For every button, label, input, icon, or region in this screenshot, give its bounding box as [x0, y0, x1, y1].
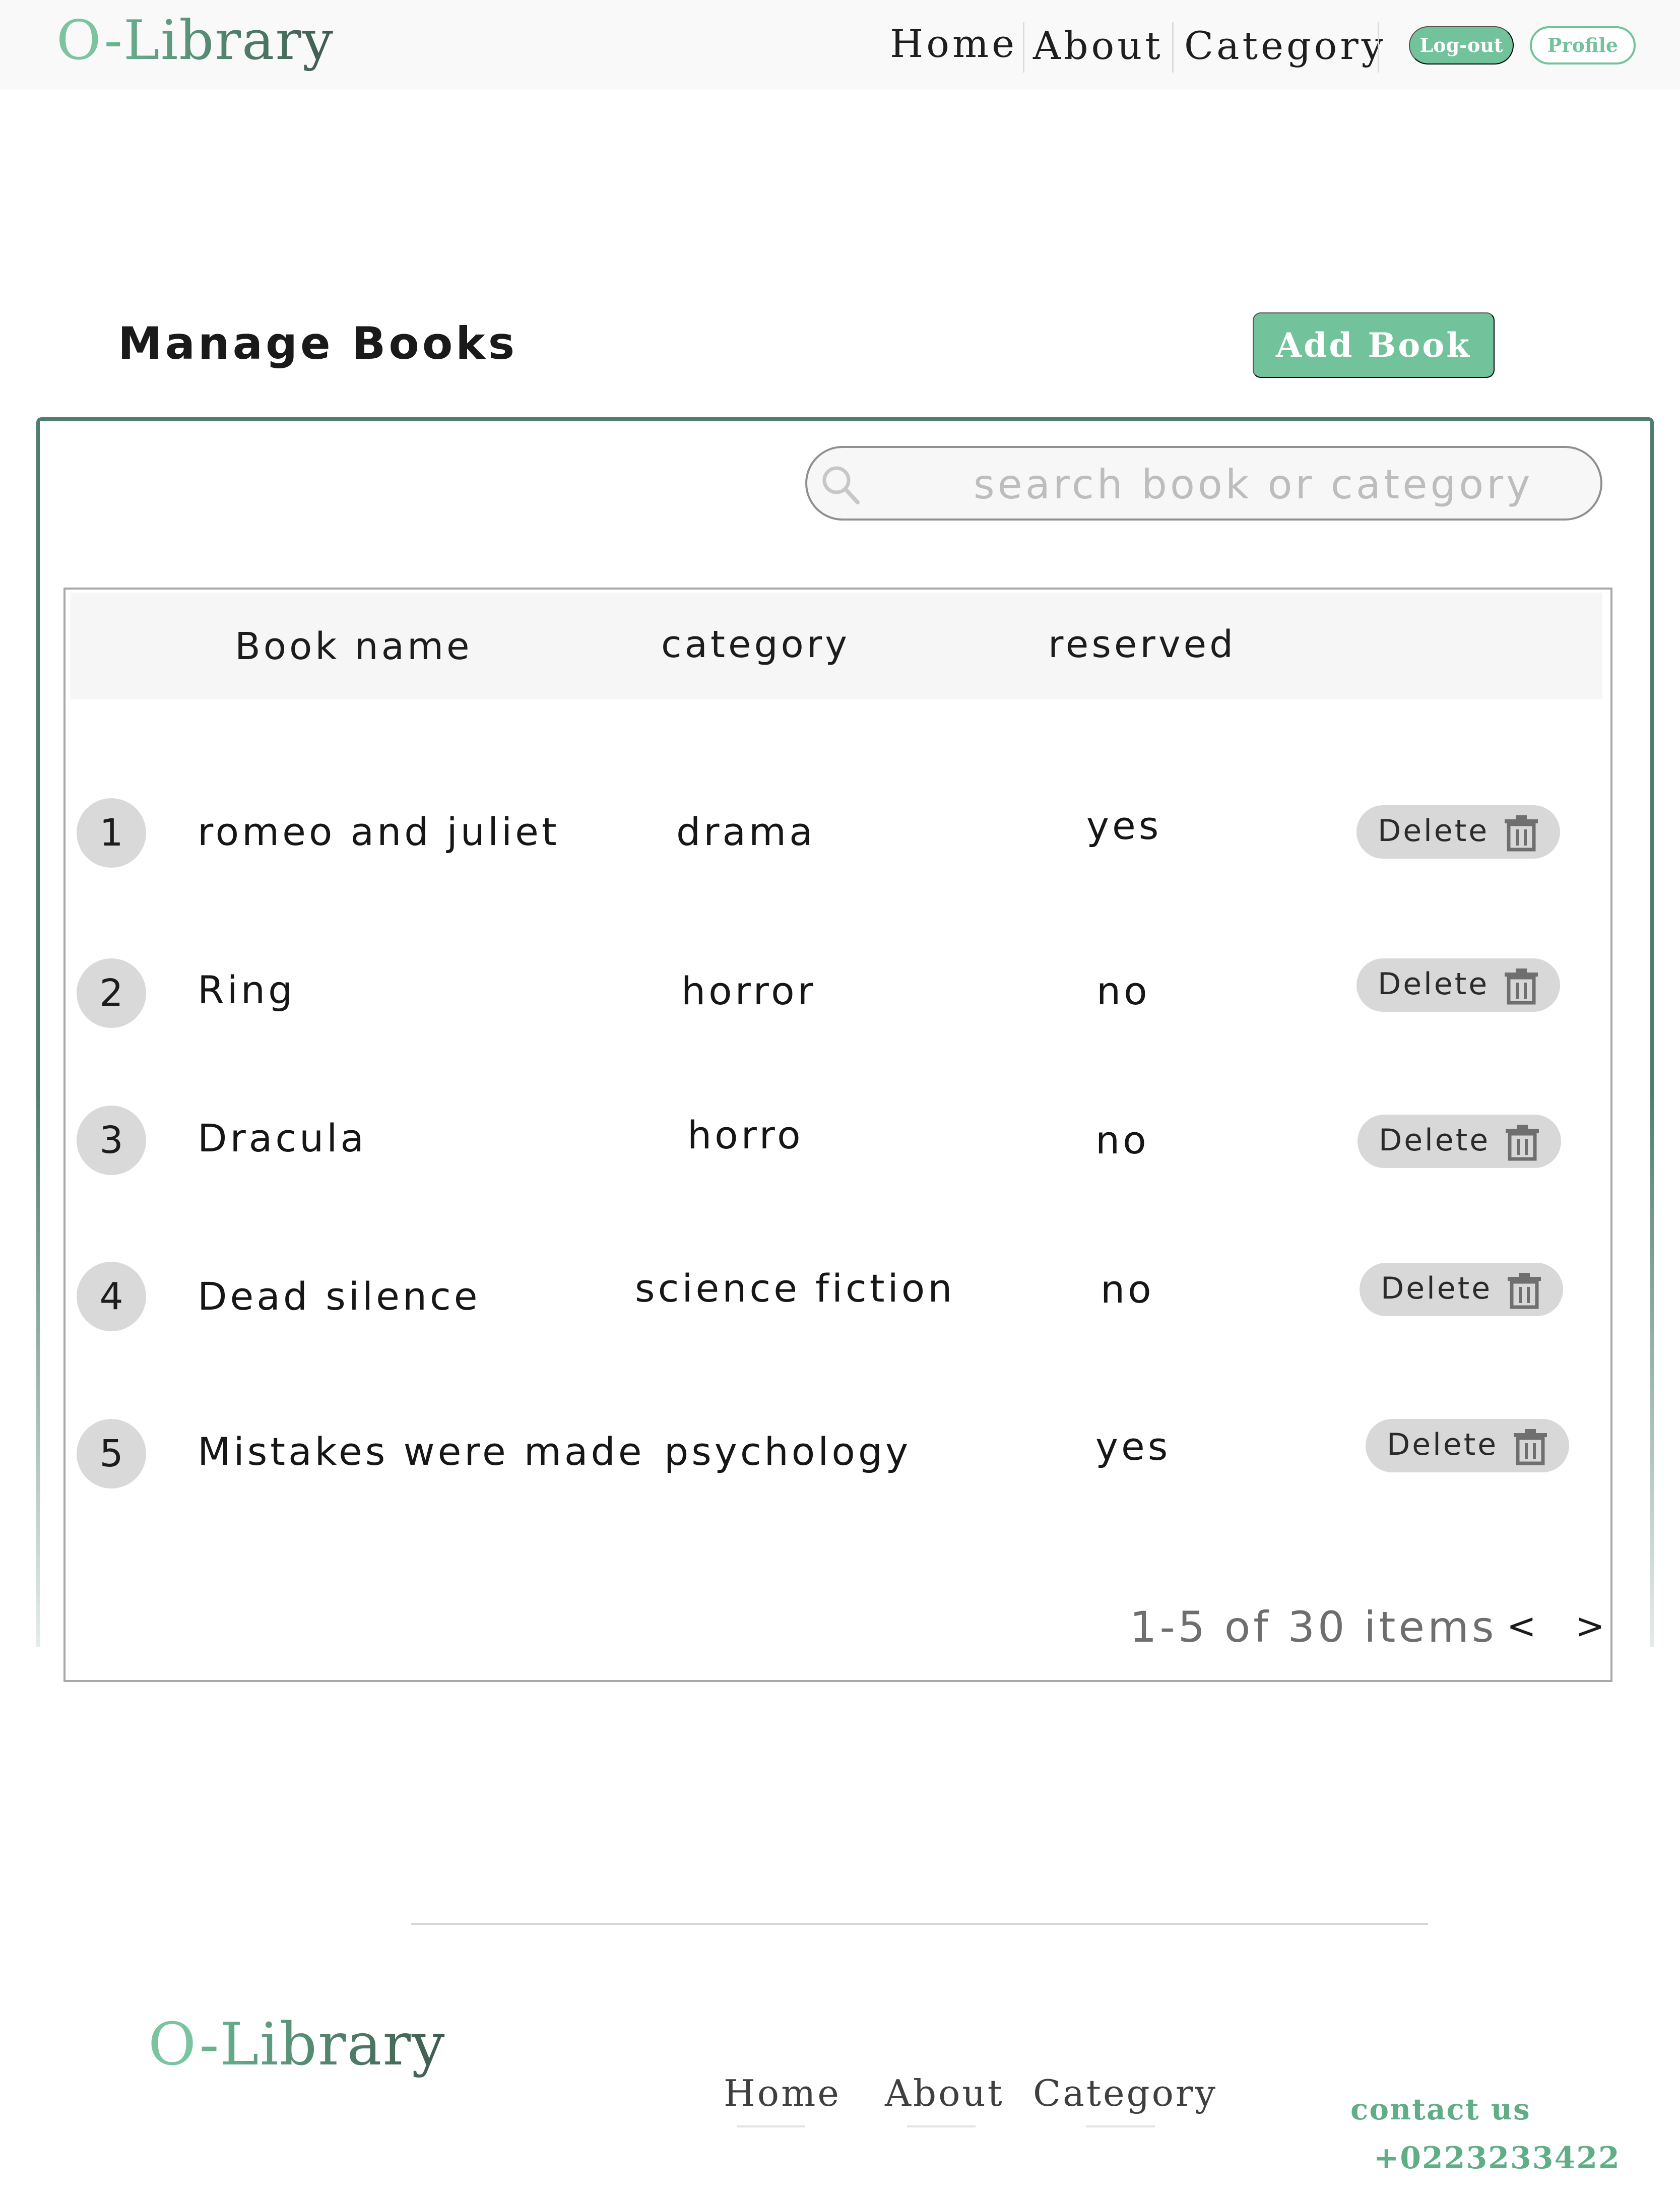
site-logo[interactable]: O-Library — [56, 9, 334, 72]
trash-icon — [1505, 815, 1538, 852]
trash-icon — [1506, 1125, 1539, 1161]
footer-link-underline — [907, 2125, 976, 2127]
row-number-badge: 2 — [77, 958, 146, 1028]
nav-home-link[interactable]: Home — [890, 21, 1017, 66]
delete-button[interactable]: Delete — [1356, 958, 1560, 1012]
footer-link-underline — [737, 2125, 805, 2127]
profile-button[interactable]: Profile — [1530, 26, 1636, 64]
search-input[interactable] — [974, 459, 1578, 509]
reserved-cell: no — [1096, 968, 1150, 1013]
reserved-cell: yes — [1086, 803, 1162, 848]
pagination-summary: 1-5 of 30 items — [1130, 1602, 1497, 1652]
category-cell: psychology — [664, 1429, 912, 1474]
contact-us-label: contact us — [1350, 2092, 1531, 2126]
column-header-book-name: Book name — [235, 625, 473, 668]
trash-icon — [1505, 968, 1538, 1005]
footer-logo[interactable]: O-Library — [148, 2011, 446, 2079]
row-number-badge: 4 — [77, 1262, 146, 1331]
logo-letter: O — [148, 2011, 200, 2079]
delete-label: Delete — [1379, 1123, 1491, 1158]
delete-label: Delete — [1387, 1427, 1499, 1462]
add-book-button[interactable]: Add Book — [1253, 312, 1495, 378]
column-header-category: category — [661, 623, 851, 666]
contact-phone: +0223233422 — [1374, 2141, 1621, 2176]
row-number-badge: 3 — [77, 1106, 146, 1175]
footer-link-underline — [1086, 2125, 1155, 2127]
book-name-cell: Dracula — [198, 1116, 367, 1160]
reserved-cell: no — [1101, 1267, 1154, 1312]
trash-icon — [1514, 1429, 1547, 1465]
footer-home-link[interactable]: Home — [724, 2072, 841, 2114]
nav-divider — [1172, 22, 1174, 73]
nav-divider — [1023, 22, 1024, 73]
logo-wordmark: -Library — [199, 2011, 446, 2079]
nav-category-link[interactable]: Category — [1184, 23, 1386, 68]
category-cell: horro — [687, 1113, 804, 1157]
book-name-cell: Mistakes were made — [198, 1429, 645, 1474]
next-page-button[interactable]: > — [1575, 1605, 1605, 1647]
category-cell: horror — [681, 968, 816, 1013]
delete-button[interactable]: Delete — [1360, 1263, 1563, 1316]
category-cell: science fiction — [635, 1266, 955, 1311]
logo-letter: O — [56, 9, 104, 72]
delete-label: Delete — [1378, 813, 1490, 849]
footer-divider — [411, 1923, 1428, 1925]
row-number-badge: 5 — [77, 1419, 146, 1489]
delete-button[interactable]: Delete — [1356, 805, 1560, 859]
delete-button[interactable]: Delete — [1358, 1115, 1561, 1168]
delete-label: Delete — [1381, 1271, 1493, 1306]
logo-wordmark: -Library — [104, 9, 335, 72]
category-cell: drama — [676, 809, 816, 854]
prev-page-button[interactable]: < — [1507, 1605, 1536, 1647]
book-name-cell: Dead silence — [198, 1274, 481, 1319]
reserved-cell: no — [1095, 1118, 1149, 1162]
delete-label: Delete — [1378, 966, 1490, 1002]
search-icon — [822, 466, 860, 504]
book-name-cell: Ring — [198, 967, 296, 1012]
nav-divider — [1378, 22, 1379, 73]
book-name-cell: romeo and juliet — [198, 809, 560, 854]
logout-button[interactable]: Log-out — [1409, 26, 1514, 64]
trash-icon — [1508, 1273, 1541, 1309]
nav-about-link[interactable]: About — [1033, 23, 1164, 68]
search-bar[interactable] — [805, 446, 1602, 521]
page-title: Manage Books — [118, 317, 518, 369]
row-number-badge: 1 — [77, 798, 146, 868]
footer-category-link[interactable]: Category — [1033, 2072, 1217, 2114]
delete-button[interactable]: Delete — [1366, 1419, 1569, 1472]
column-header-reserved: reserved — [1048, 623, 1237, 666]
reserved-cell: yes — [1095, 1424, 1171, 1469]
footer-about-link[interactable]: About — [885, 2072, 1004, 2114]
